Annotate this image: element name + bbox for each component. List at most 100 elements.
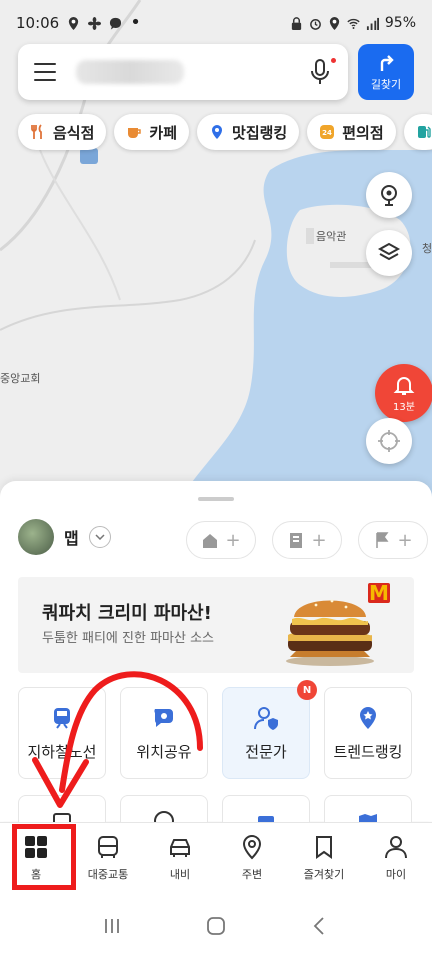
layer-button[interactable] xyxy=(366,230,412,276)
nav-label: 내비 xyxy=(169,867,191,881)
banner-title: 쿼파치 크리미 파마산! xyxy=(42,603,212,624)
timer-alarm-button[interactable]: 13분 xyxy=(375,364,432,422)
banner-subtitle: 두툼한 패티에 진한 파마산 소스 xyxy=(42,631,215,646)
route-button[interactable]: 길찾기 xyxy=(358,44,414,100)
chip-label: 카페 xyxy=(149,123,178,142)
map-label-cut[interactable]: 청 xyxy=(422,240,432,256)
profile-selector[interactable]: 맵 xyxy=(18,519,111,555)
nav-navigation[interactable]: 내비 xyxy=(144,823,216,892)
crosshair-icon xyxy=(378,430,400,452)
bottom-sheet[interactable]: 맵 + + + 쿼파치 크리미 파마산! 두툼한 패티에 진한 파마산 소스 M… xyxy=(0,481,432,835)
bus-icon xyxy=(98,835,118,858)
chip-ranking[interactable]: 맛집랭킹 xyxy=(197,114,300,150)
trend-pin-icon xyxy=(360,706,376,729)
tile-label: 전문가 xyxy=(245,742,287,761)
nav-label: 주변 xyxy=(241,867,263,881)
fork-knife-icon xyxy=(31,124,42,139)
home-button-icon[interactable] xyxy=(205,915,227,937)
battery-level: 95% xyxy=(384,15,416,31)
search-text-redacted xyxy=(76,60,184,84)
ranking-pin-icon xyxy=(212,125,223,139)
tile-expert[interactable]: 전문가 N xyxy=(222,680,317,779)
nav-label: 대중교통 xyxy=(87,867,129,881)
nav-favorites[interactable]: 즐겨찾기 xyxy=(288,823,360,892)
signal-icon xyxy=(366,17,379,30)
bell-icon xyxy=(393,376,415,395)
share-location-icon xyxy=(154,708,173,727)
mic-icon[interactable] xyxy=(308,58,336,86)
alarm-time: 13분 xyxy=(393,401,415,413)
chip-restaurant[interactable]: 음식점 xyxy=(18,114,107,150)
alarm-icon xyxy=(309,18,321,30)
system-nav-bar xyxy=(0,892,432,960)
tile-trend-ranking[interactable]: 트렌드랭킹 xyxy=(324,687,412,779)
location-icon xyxy=(329,16,340,30)
new-badge: N xyxy=(297,680,317,700)
feature-grid: 지하철노선 위치공유 전문가 N 트렌드랭킹 xyxy=(18,680,412,835)
layers-icon xyxy=(377,242,401,261)
chat-icon xyxy=(110,17,122,30)
gas-icon xyxy=(417,126,431,138)
sheet-handle[interactable] xyxy=(198,497,234,501)
back-icon[interactable] xyxy=(309,915,331,937)
chip-label: 편의점 xyxy=(342,123,384,142)
status-time: 10:06 xyxy=(16,14,60,32)
mic-notification-dot xyxy=(331,58,336,63)
recent-apps-icon[interactable] xyxy=(101,915,123,937)
wifi-icon xyxy=(347,18,360,29)
chip-label: 음식점 xyxy=(53,123,95,142)
nav-label: 마이 xyxy=(385,867,407,881)
tile-label: 위치공유 xyxy=(136,742,192,761)
office-icon xyxy=(290,533,303,548)
tile-location-share[interactable]: 위치공유 xyxy=(120,687,208,779)
chip-label: 맛집랭킹 xyxy=(232,123,288,142)
svg-text:24: 24 xyxy=(322,129,332,137)
home-icon xyxy=(203,534,218,548)
shortcut-home[interactable]: + xyxy=(186,521,256,559)
shortcut-flag[interactable]: + xyxy=(358,521,428,559)
tile-subway-map[interactable]: 지하철노선 xyxy=(18,687,106,779)
map-label-church[interactable]: 중앙교회 xyxy=(0,370,40,386)
bookmark-icon xyxy=(316,835,332,859)
search-bar[interactable] xyxy=(18,44,348,100)
map-label-temple[interactable]: 음악관 xyxy=(316,228,346,244)
flag-icon xyxy=(376,532,389,548)
hamburger-icon[interactable] xyxy=(34,63,56,81)
expert-icon xyxy=(254,706,278,730)
profile-name: 맵 xyxy=(64,529,79,548)
burger-image xyxy=(286,599,374,666)
car-icon xyxy=(170,838,190,857)
nav-my[interactable]: 마이 xyxy=(360,823,432,892)
chevron-down-icon[interactable] xyxy=(88,526,111,548)
current-location-button[interactable] xyxy=(366,418,412,464)
tile-label: 지하철노선 xyxy=(27,742,97,761)
avatar[interactable] xyxy=(18,519,54,555)
chip-gas-station[interactable] xyxy=(403,114,432,150)
ad-banner[interactable]: 쿼파치 크리미 파마산! 두툼한 패티에 진한 파마산 소스 M xyxy=(18,577,414,673)
annotation-highlight-box xyxy=(12,824,76,890)
chip-convenience-store[interactable]: 24 편의점 xyxy=(307,114,396,150)
subway-icon xyxy=(54,707,70,729)
store-24-icon: 24 xyxy=(320,125,335,139)
cctv-icon xyxy=(381,185,397,206)
person-icon xyxy=(385,835,407,858)
route-arrow-icon xyxy=(380,54,394,71)
route-label: 길찾기 xyxy=(370,77,402,91)
pin-icon xyxy=(242,834,262,859)
dot-icon: • xyxy=(130,12,141,33)
lock-icon xyxy=(291,16,302,30)
fan-icon xyxy=(88,16,102,30)
cctv-button[interactable] xyxy=(366,172,412,218)
brand-logo: M xyxy=(368,581,390,605)
cup-icon xyxy=(128,128,142,138)
nav-label: 즐겨찾기 xyxy=(303,867,345,881)
nav-transit[interactable]: 대중교통 xyxy=(72,823,144,892)
location-icon xyxy=(69,16,79,30)
shortcut-row: + + + xyxy=(186,521,428,559)
nav-nearby[interactable]: 주변 xyxy=(216,823,288,892)
chip-cafe[interactable]: 카페 xyxy=(114,114,190,150)
shortcut-office[interactable]: + xyxy=(272,521,342,559)
status-bar: 10:06 • 95% xyxy=(0,0,432,46)
tile-label: 트렌드랭킹 xyxy=(333,742,403,761)
category-chips: 음식점 카페 맛집랭킹 24 편의점 xyxy=(18,114,432,152)
